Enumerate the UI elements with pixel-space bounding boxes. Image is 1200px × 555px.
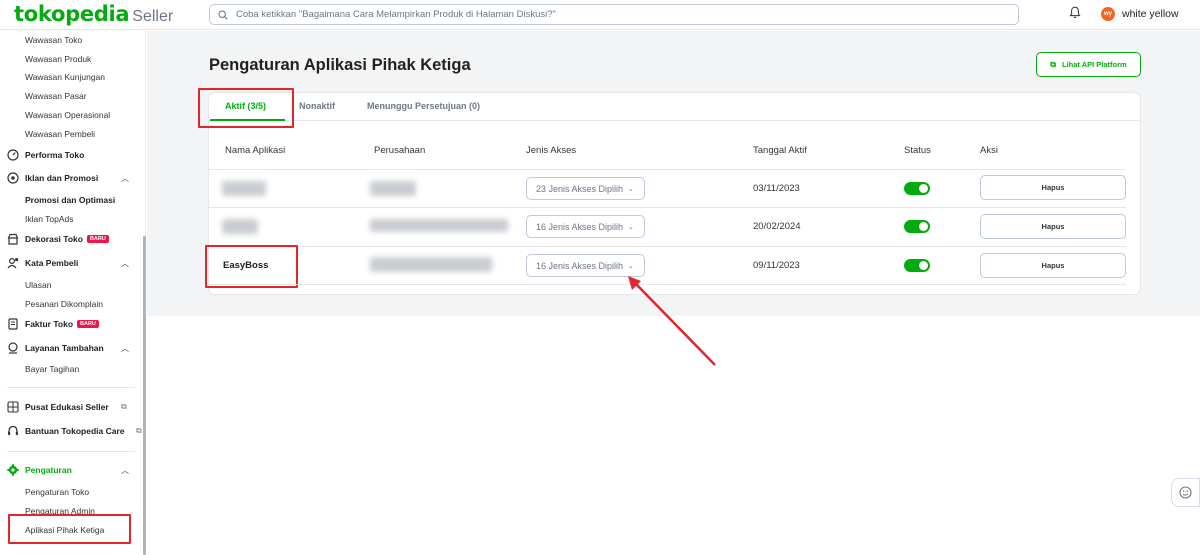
annotation-arrow [628,276,716,366]
feedback-smiley-icon[interactable] [1171,478,1200,507]
